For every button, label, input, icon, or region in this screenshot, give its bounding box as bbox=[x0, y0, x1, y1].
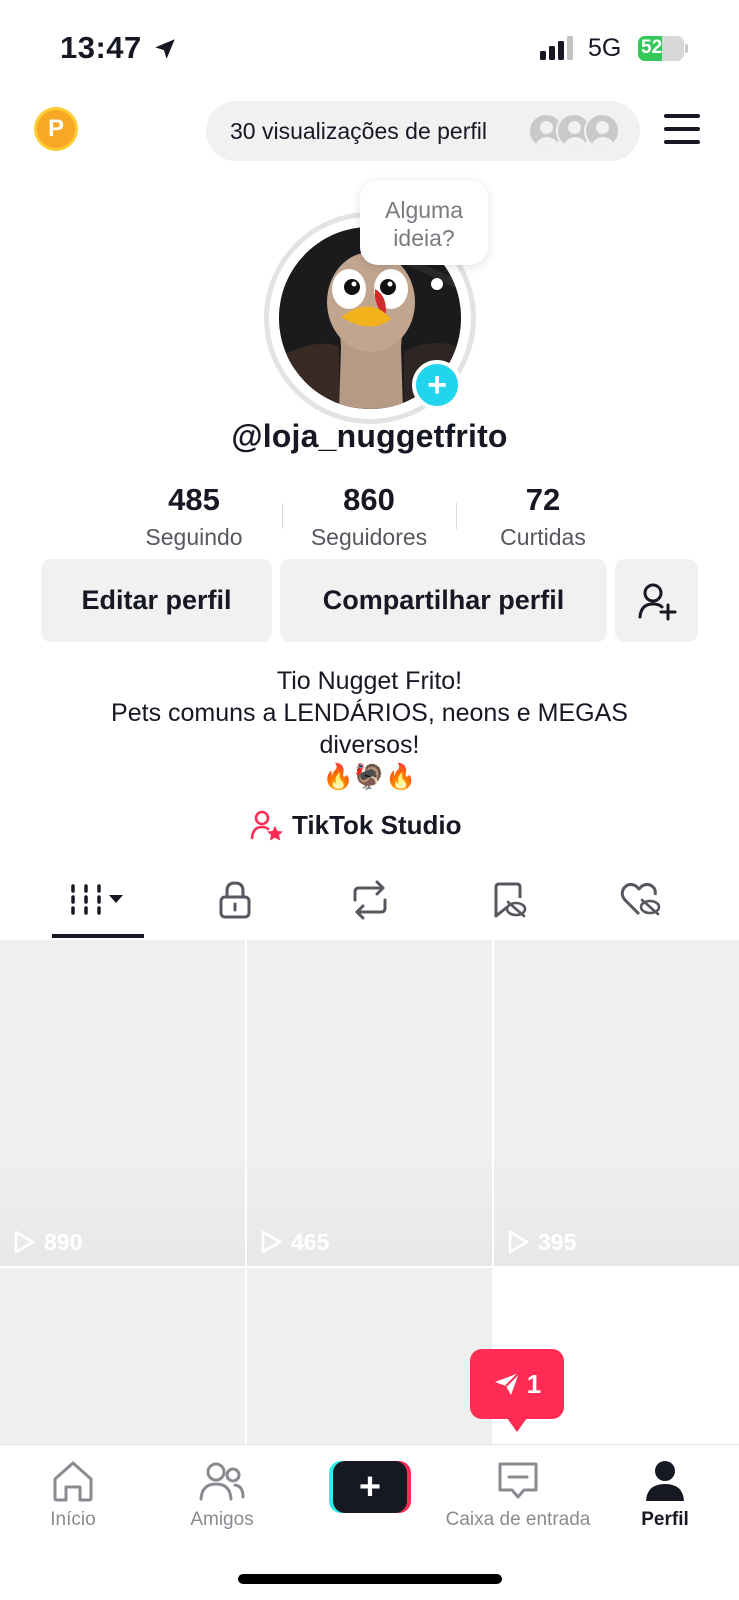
stat-label: Seguidores bbox=[310, 524, 428, 550]
bookmark-hidden-icon bbox=[494, 882, 527, 918]
nav-friends-label: Amigos bbox=[190, 1509, 254, 1530]
heart-hidden-icon bbox=[620, 882, 661, 916]
share-profile-label: Compartilhar perfil bbox=[322, 585, 565, 615]
friends-icon bbox=[199, 1462, 245, 1501]
view-count-value: 890 bbox=[44, 1228, 83, 1255]
send-icon bbox=[494, 1372, 520, 1395]
status-time: 13:47 bbox=[60, 30, 142, 65]
battery-percent: 52 bbox=[641, 37, 663, 58]
tab-liked[interactable] bbox=[596, 870, 686, 930]
stat-label: Curtidas bbox=[500, 524, 586, 550]
plus-icon: + bbox=[333, 1461, 407, 1513]
thought-bubble-dot bbox=[431, 278, 443, 290]
nav-profile[interactable]: Perfil bbox=[590, 1459, 739, 1531]
bio-line: Pets comuns a LENDÁRIOS, neons e MEGAS d… bbox=[111, 699, 628, 759]
tiktok-studio-link[interactable]: TikTok Studio bbox=[250, 807, 461, 843]
nav-inbox[interactable]: Caixa de entrada bbox=[442, 1459, 594, 1531]
coin-letter: P bbox=[47, 115, 64, 142]
grid-icon bbox=[71, 884, 123, 915]
video-grid: 890 465 395 bbox=[0, 940, 739, 1448]
home-icon bbox=[53, 1461, 93, 1502]
edit-profile-label: Editar perfil bbox=[81, 585, 232, 615]
share-profile-button[interactable]: Compartilhar perfil bbox=[280, 559, 607, 642]
add-story-button[interactable]: + bbox=[412, 360, 462, 410]
stat-value: 72 bbox=[525, 482, 561, 517]
nav-profile-label: Perfil bbox=[641, 1509, 689, 1530]
coins-icon[interactable]: P bbox=[34, 107, 78, 151]
inbox-icon bbox=[498, 1462, 538, 1499]
video-thumbnail[interactable] bbox=[0, 1268, 245, 1448]
view-count-value: 465 bbox=[291, 1228, 330, 1255]
create-button[interactable]: + bbox=[329, 1461, 411, 1513]
video-thumbnail[interactable]: 395 bbox=[494, 940, 739, 1266]
inbox-notification-badge[interactable]: 1 bbox=[470, 1349, 564, 1432]
inbox-notification-count: 1 bbox=[526, 1368, 542, 1399]
edit-profile-button[interactable]: Editar perfil bbox=[41, 559, 272, 642]
stat-following[interactable]: 485 Seguindo bbox=[114, 482, 274, 551]
battery-icon: 52 bbox=[638, 36, 688, 61]
video-thumbnail[interactable]: 890 bbox=[0, 940, 245, 1266]
viewer-avatars bbox=[528, 113, 624, 149]
nav-home-label: Início bbox=[50, 1509, 96, 1530]
creator-star-icon bbox=[250, 810, 283, 841]
menu-icon[interactable] bbox=[664, 114, 700, 144]
lock-icon bbox=[219, 881, 251, 919]
stat-value: 485 bbox=[168, 482, 220, 517]
bio: Tio Nugget Frito! Pets comuns a LENDÁRIO… bbox=[40, 665, 699, 793]
home-indicator bbox=[238, 1574, 502, 1584]
bio-line: Tio Nugget Frito! bbox=[276, 667, 463, 695]
add-user-icon bbox=[638, 583, 676, 620]
play-icon bbox=[508, 1230, 529, 1254]
thought-bubble[interactable]: Alguma ideia? bbox=[360, 180, 488, 265]
play-icon bbox=[14, 1230, 35, 1254]
tab-saved[interactable] bbox=[463, 870, 553, 930]
stat-divider bbox=[282, 503, 283, 529]
network-type: 5G bbox=[588, 34, 622, 62]
profile-views-button[interactable]: 30 visualizações de perfil bbox=[206, 101, 640, 161]
profile-icon bbox=[646, 1461, 684, 1501]
view-count: 890 bbox=[12, 1228, 82, 1256]
location-arrow-icon bbox=[155, 39, 175, 59]
viewer-avatar-icon bbox=[584, 113, 620, 149]
tiktok-studio-label: TikTok Studio bbox=[292, 809, 462, 840]
add-friends-button[interactable] bbox=[615, 559, 698, 642]
play-icon bbox=[261, 1230, 282, 1254]
view-count-value: 395 bbox=[538, 1228, 577, 1255]
video-thumbnail[interactable]: 465 bbox=[247, 940, 492, 1266]
video-thumbnail[interactable] bbox=[247, 1268, 492, 1448]
profile-views-text: 30 visualizações de perfil bbox=[230, 117, 487, 144]
stat-value: 860 bbox=[343, 482, 395, 517]
nav-inbox-label: Caixa de entrada bbox=[445, 1509, 591, 1530]
view-count: 395 bbox=[506, 1228, 576, 1256]
username: @loja_nuggetfrito bbox=[231, 418, 508, 454]
stat-followers[interactable]: 860 Seguidores bbox=[289, 482, 449, 551]
tab-private[interactable] bbox=[190, 870, 280, 930]
stat-label: Seguindo bbox=[145, 524, 243, 550]
stat-likes[interactable]: 72 Curtidas bbox=[463, 482, 623, 551]
thought-bubble-text: Alguma ideia? bbox=[385, 197, 463, 251]
bio-emojis: 🔥🦃🔥 bbox=[322, 763, 417, 791]
view-count: 465 bbox=[259, 1228, 329, 1256]
tab-active-indicator bbox=[52, 934, 144, 938]
stat-divider bbox=[456, 503, 457, 529]
add-icon: + bbox=[427, 366, 447, 404]
tab-reposts[interactable] bbox=[325, 870, 415, 930]
profile-tabs bbox=[0, 870, 739, 940]
nav-friends[interactable]: Amigos bbox=[147, 1459, 297, 1531]
tab-videos[interactable] bbox=[52, 870, 142, 930]
repost-icon bbox=[353, 880, 387, 920]
cellular-signal-icon bbox=[540, 36, 573, 60]
nav-home[interactable]: Início bbox=[0, 1459, 148, 1531]
status-bar: 13:47 5G 52 bbox=[0, 0, 739, 90]
